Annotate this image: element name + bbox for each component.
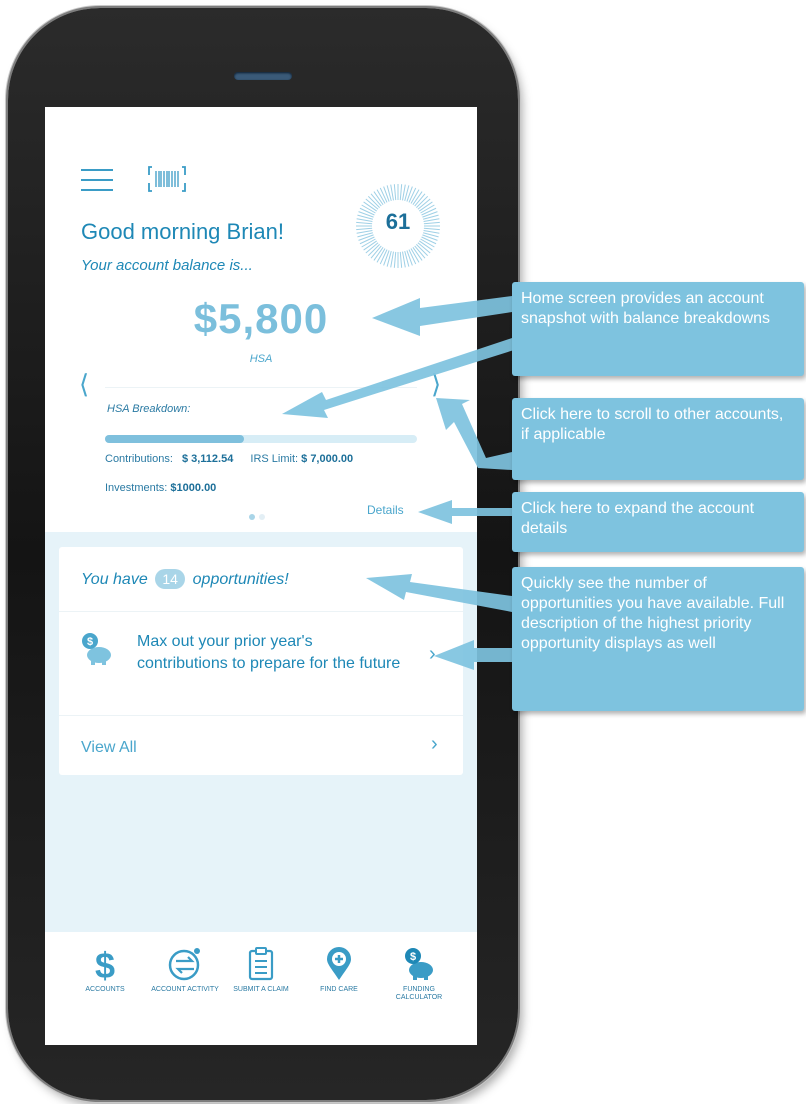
breakdown-divider xyxy=(105,387,417,388)
bottom-tab-bar: $ ACCOUNTS ACCOUNT ACTIVITY SUBMIT A CLA… xyxy=(45,932,477,1045)
callout-expand-details: Click here to expand the account details xyxy=(512,492,804,552)
page-dot[interactable] xyxy=(249,514,255,520)
contributions-row: Contributions: $ 3,112.54 IRS Limit: $ 7… xyxy=(105,453,353,465)
tab-accounts[interactable]: $ ACCOUNTS xyxy=(65,932,145,994)
investments-row: Investments: $1000.00 xyxy=(105,482,216,494)
svg-text:$: $ xyxy=(95,946,115,982)
contributions-value: $ 3,112.54 xyxy=(181,453,234,465)
opportunity-chevron-icon[interactable]: › xyxy=(429,643,436,666)
view-all-link[interactable]: View All xyxy=(81,739,137,757)
phone-speaker xyxy=(234,72,292,80)
card-divider-2 xyxy=(59,715,463,716)
next-account-chevron-icon[interactable]: ⟩ xyxy=(431,369,441,400)
contribution-progress-bar xyxy=(105,435,417,443)
score-value: 61 xyxy=(385,209,411,234)
callout-opportunities: Quickly see the number of opportunities … xyxy=(512,567,804,711)
svg-text:$: $ xyxy=(87,636,93,648)
balance-intro-text: Your account balance is... xyxy=(81,257,253,274)
wellness-score-badge[interactable]: 61 xyxy=(353,181,443,271)
contributions-label: Contributions: xyxy=(105,453,173,465)
greeting-text: Good morning Brian! xyxy=(81,219,284,244)
account-type-label: HSA xyxy=(249,353,273,365)
contribution-progress-fill xyxy=(105,435,244,443)
tab-label: FIND CARE xyxy=(320,986,358,993)
irs-limit-label: IRS Limit: xyxy=(250,453,299,465)
opportunities-count-badge: 14 xyxy=(155,569,186,589)
tab-find-care[interactable]: FIND CARE xyxy=(299,932,379,994)
opportunities-heading[interactable]: You have 14 opportunities! xyxy=(81,569,289,589)
tab-account-activity[interactable]: ACCOUNT ACTIVITY xyxy=(145,932,225,994)
breakdown-title: HSA Breakdown: xyxy=(107,403,191,415)
activity-icon xyxy=(168,948,200,981)
dollar-icon: $ xyxy=(95,946,115,982)
callout-scroll-accounts: Click here to scroll to other accounts, … xyxy=(512,398,804,480)
irs-limit-value: $ 7,000.00 xyxy=(301,453,354,465)
tab-label: FUNDING CALCULATOR xyxy=(395,986,443,1001)
account-balance: $5,800 xyxy=(193,295,329,342)
details-link[interactable]: Details xyxy=(367,503,404,517)
view-all-chevron-icon[interactable]: › xyxy=(431,733,438,756)
tab-funding-calculator[interactable]: $ FUNDING CALCULATOR xyxy=(379,932,459,1002)
page-dot[interactable] xyxy=(259,514,265,520)
tab-label: SUBMIT A CLAIM xyxy=(233,986,289,993)
tab-submit-claim[interactable]: SUBMIT A CLAIM xyxy=(221,932,301,994)
tab-label: ACCOUNTS xyxy=(85,986,125,993)
card-divider xyxy=(59,611,463,612)
opportunities-prefix: You have xyxy=(81,571,148,588)
location-pin-icon xyxy=(327,947,351,980)
hamburger-menu-icon[interactable] xyxy=(81,169,113,191)
investments-label: Investments: xyxy=(105,482,168,494)
piggy-bank-icon: $ xyxy=(405,948,433,980)
piggy-bank-icon: $ xyxy=(82,633,111,665)
svg-text:$: $ xyxy=(410,951,416,963)
top-opportunity-text[interactable]: Max out your prior year's contributions … xyxy=(137,631,407,675)
opportunities-suffix: opportunities! xyxy=(192,571,289,588)
callout-home-snapshot: Home screen provides an account snapshot… xyxy=(512,282,804,376)
clipboard-icon xyxy=(248,947,274,981)
page-indicator[interactable] xyxy=(249,507,269,525)
tab-label: ACCOUNT ACTIVITY xyxy=(151,986,219,993)
app-screen: Good morning Brian! Your account balance… xyxy=(45,107,477,1045)
investments-value: $1000.00 xyxy=(170,482,217,494)
previous-account-chevron-icon[interactable]: ⟨ xyxy=(79,369,89,400)
barcode-icon[interactable] xyxy=(147,163,187,195)
